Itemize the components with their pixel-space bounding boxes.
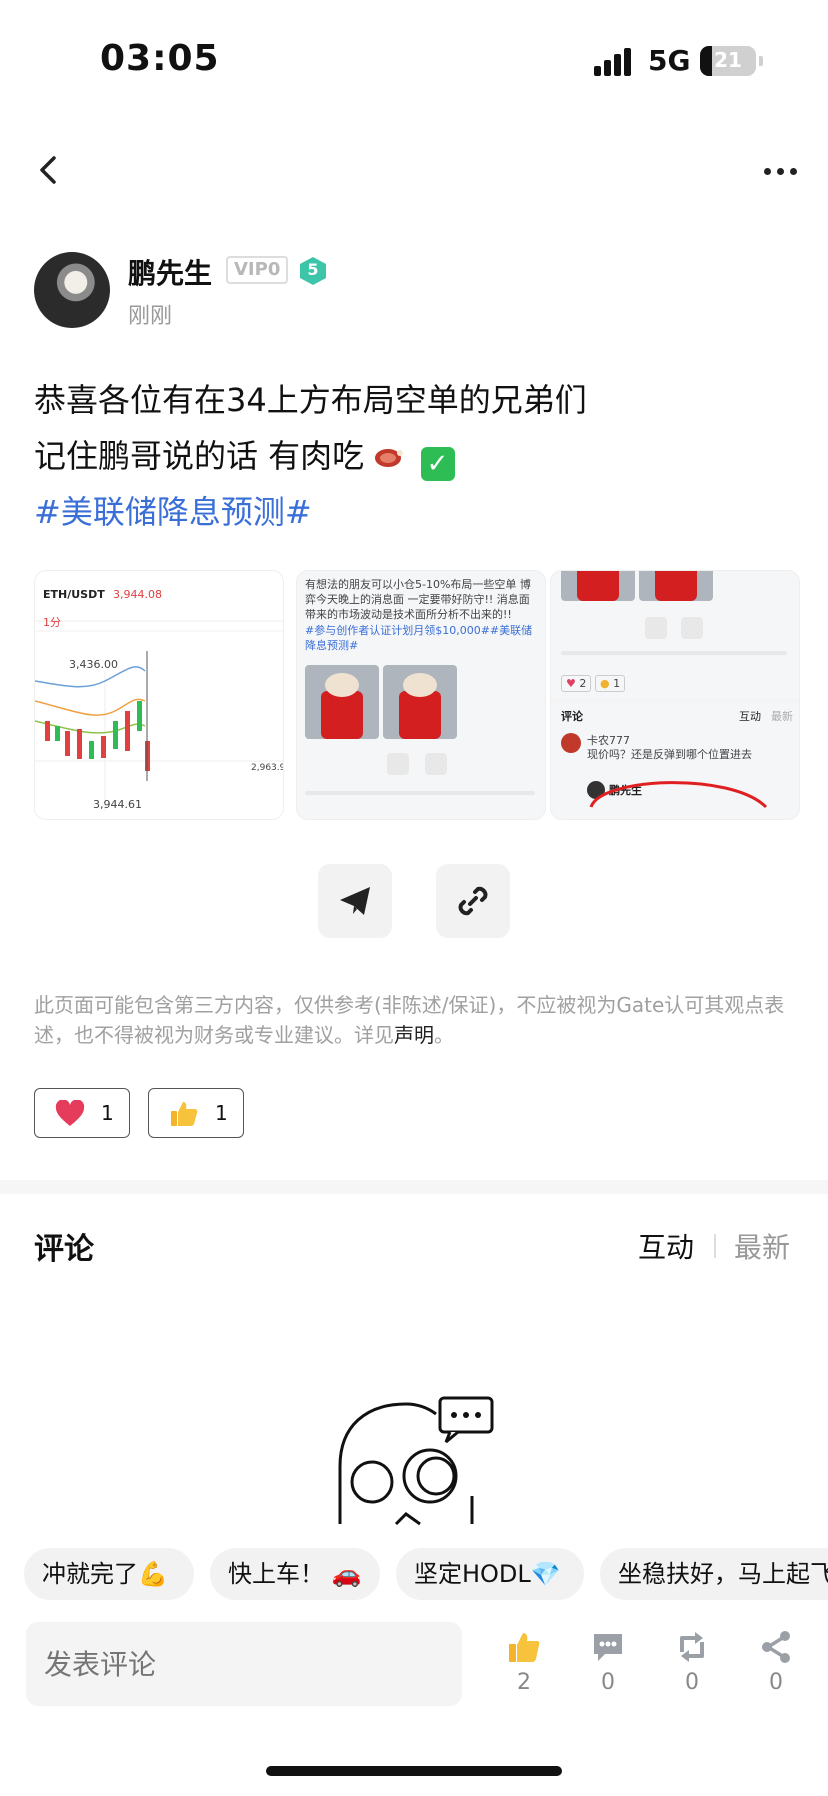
link-icon (458, 886, 488, 916)
disclaimer: 此页面可能包含第三方内容，仅供参考(非陈述/保证)，不应被视为Gate认可其观点… (34, 990, 796, 1050)
share-count: 0 (769, 1670, 783, 1695)
battery-icon: 21 (700, 46, 756, 76)
link-icon (681, 617, 703, 639)
chart-last: 2,963.93 (251, 763, 283, 773)
quick-reply-chip[interactable]: 快上车！ 🚗 (210, 1548, 380, 1600)
heart-reaction-button[interactable]: 1 (34, 1088, 130, 1138)
disclaimer-link[interactable]: 声明 (394, 1023, 434, 1047)
mini-tab-interact: 互动 (739, 710, 761, 723)
quick-reply-chip[interactable]: 坚定HODL💎 (396, 1548, 584, 1600)
vip-badge: VIP0 (226, 256, 289, 284)
image-thumbnail-chart[interactable]: ETH/USDT 3,944.08 1分 3,436.00 3,944.61 2… (34, 570, 284, 820)
post-line-1: 恭喜各位有在34上方布局空单的兄弟们 (34, 381, 587, 419)
repost-icon (680, 1632, 704, 1662)
like-count: 2 (517, 1670, 531, 1695)
more-button[interactable] (760, 160, 800, 184)
mini-heart-count: 2 (579, 677, 587, 690)
share-button[interactable]: 0 (746, 1630, 806, 1710)
like-button[interactable]: 2 (494, 1630, 554, 1710)
signal-icon (594, 48, 636, 76)
candlestick-chart-image (35, 571, 283, 819)
chart-low: 3,944.61 (93, 798, 142, 811)
repost-count: 0 (685, 1670, 699, 1695)
quoted-post-tags: #参与创作者认证计划月领$10,000##美联储降息预测# (305, 624, 533, 652)
heart-count: 1 (101, 1101, 114, 1125)
image-thumbnail-post[interactable]: 有想法的朋友可以小仓5-10%布局一些空单 博弈今天晚上的消息面 一定要带好防守… (296, 570, 546, 820)
chart-high: 3,436.00 (69, 658, 118, 671)
section-divider (0, 1180, 828, 1194)
battery-level: 21 (714, 48, 742, 72)
telegram-icon (340, 887, 370, 915)
quick-reply-chip[interactable]: 坐稳扶好，马上起飞 (600, 1548, 828, 1600)
thumbs-up-icon (509, 1633, 540, 1662)
thumb-count: 1 (215, 1101, 228, 1125)
check-emoji-icon: ✓ (420, 447, 455, 481)
comments-title: 评论 (34, 1232, 94, 1267)
post-line-2-text: 记住鹏哥说的话 有肉吃 (34, 437, 365, 475)
post-time: 刚刚 (128, 304, 173, 329)
chevron-left-icon (40, 156, 56, 184)
thumbs-up-icon (171, 1102, 198, 1126)
tab-interact[interactable]: 互动 (638, 1226, 694, 1266)
quoted-image-1 (305, 665, 379, 739)
status-bar: 03:05 5G 21 (0, 0, 828, 120)
home-indicator (266, 1766, 562, 1776)
image-gallery[interactable]: ETH/USDT 3,944.08 1分 3,436.00 3,944.61 2… (34, 570, 800, 820)
commenter-avatar (561, 733, 581, 753)
share-icon (762, 1631, 790, 1663)
telegram-icon (645, 617, 667, 639)
more-horizontal-icon (764, 168, 771, 175)
back-button[interactable] (30, 150, 70, 190)
level-badge: 5 (298, 256, 328, 286)
empty-comments-illustration (338, 1396, 494, 1526)
telegram-share-button[interactable] (318, 864, 392, 938)
telegram-icon (387, 753, 409, 775)
mini-heart-icon: ♥ (566, 677, 576, 690)
author-name[interactable]: 鹏先生 (128, 252, 212, 292)
red-circle-annotation (589, 781, 768, 809)
quoted-image-3 (561, 571, 635, 601)
heart-icon (55, 1100, 85, 1126)
commenter-text: 现价吗？还是反弹到哪个位置进去 (587, 748, 752, 761)
mini-thumb-icon: ● (600, 677, 610, 690)
disclaimer-placeholder (305, 791, 535, 795)
avatar[interactable] (34, 252, 110, 328)
quoted-image-2 (383, 665, 457, 739)
quick-reply-bar: 冲就完了💪 快上车！ 🚗 坚定HODL💎 坐稳扶好，马上起飞 (0, 1548, 828, 1604)
quick-reply-chip[interactable]: 冲就完了💪 (24, 1548, 194, 1600)
tab-latest[interactable]: 最新 (734, 1226, 790, 1266)
disclaimer-end: 。 (434, 1023, 454, 1047)
copy-link-button[interactable] (436, 864, 510, 938)
chart-pair: ETH/USDT (43, 588, 105, 601)
comment-count: 0 (601, 1670, 615, 1695)
battery-tip (759, 56, 763, 66)
repost-button[interactable]: 0 (662, 1630, 722, 1710)
comment-button[interactable]: 0 (578, 1630, 638, 1710)
quoted-image-4 (639, 571, 713, 601)
mini-comments-title: 评论 (561, 710, 583, 723)
tab-separator (714, 1234, 716, 1258)
thumb-reaction-button[interactable]: 1 (148, 1088, 244, 1138)
post-line-2: 记住鹏哥说的话 有肉吃 ✓ (34, 436, 794, 481)
hashtag-link[interactable]: #美联储降息预测# (34, 492, 312, 532)
link-icon (425, 753, 447, 775)
disclaimer-placeholder (561, 651, 787, 655)
mini-thumb-count: 1 (613, 677, 621, 690)
image-thumbnail-comments[interactable]: ♥ 2 ● 1 评论 互动 最新 卡农777 现价吗？还是反弹到哪个位置进去 鹏… (550, 570, 800, 820)
chart-tab: 1分 (43, 616, 61, 629)
level-number: 5 (307, 260, 319, 279)
commenter-name: 卡农777 (587, 734, 630, 747)
comment-input[interactable] (26, 1622, 462, 1706)
network-label: 5G (648, 44, 691, 77)
quoted-post-text: 有想法的朋友可以小仓5-10%布局一些空单 博弈今天晚上的消息面 一定要带好防守… (305, 578, 531, 621)
comment-icon (594, 1634, 622, 1661)
status-time: 03:05 (100, 38, 220, 79)
meat-emoji-icon (375, 449, 404, 467)
chart-price: 3,944.08 (113, 588, 162, 601)
mini-tab-latest: 最新 (771, 710, 793, 723)
